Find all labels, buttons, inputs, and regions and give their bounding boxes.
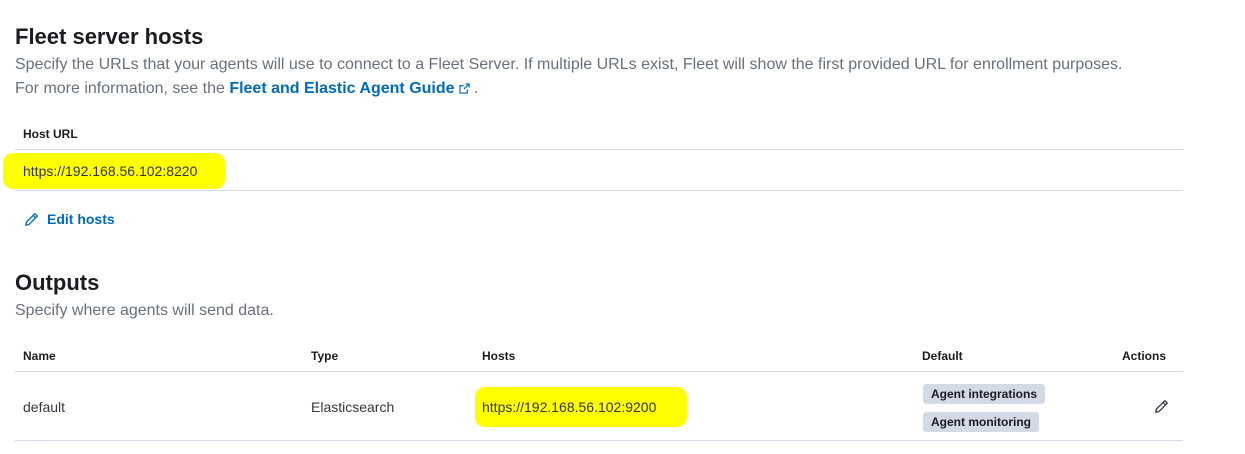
output-name: default [23,399,66,415]
edit-hosts-button[interactable]: Edit hosts [24,211,115,227]
table-divider [15,190,1183,191]
output-hosts: https://192.168.56.102:9200 [482,399,657,415]
fleet-hosts-description-end: . [469,80,479,97]
fleet-hosts-title: Fleet server hosts [15,24,204,49]
external-link-icon [458,83,470,94]
fleet-hosts-description-text: Specify the URLs that your agents will u… [15,56,1123,97]
outputs-title: Outputs [15,270,100,295]
table-divider [15,149,1183,150]
output-type: Elasticsearch [311,399,395,415]
host-url-value: https://192.168.56.102:8220 [23,163,198,179]
actions-column-header: Actions [1122,349,1167,363]
fleet-agent-guide-link[interactable]: Fleet and Elastic Agent Guide [229,80,454,97]
pencil-icon[interactable] [1154,399,1169,414]
fleet-hosts-table: Host URL https://192.168.56.102:8220 [3,120,1183,192]
agent-integrations-badge: Agent integrations [923,384,1046,404]
agent-monitoring-badge: Agent monitoring [923,412,1039,432]
edit-hosts-label: Edit hosts [47,211,115,227]
host-url-column-header: Host URL [23,127,78,141]
outputs-table: Name Type Hosts Default Actions default … [15,342,1183,442]
table-divider [15,371,1183,372]
table-divider [15,440,1183,441]
type-column-header: Type [311,349,339,363]
name-column-header: Name [23,349,56,363]
fleet-hosts-description: Specify the URLs that your agents will u… [15,53,1145,101]
hosts-column-header: Hosts [482,349,516,363]
outputs-description: Specify where agents will send data. [15,302,274,319]
default-column-header: Default [922,349,963,363]
pencil-icon [25,212,38,226]
